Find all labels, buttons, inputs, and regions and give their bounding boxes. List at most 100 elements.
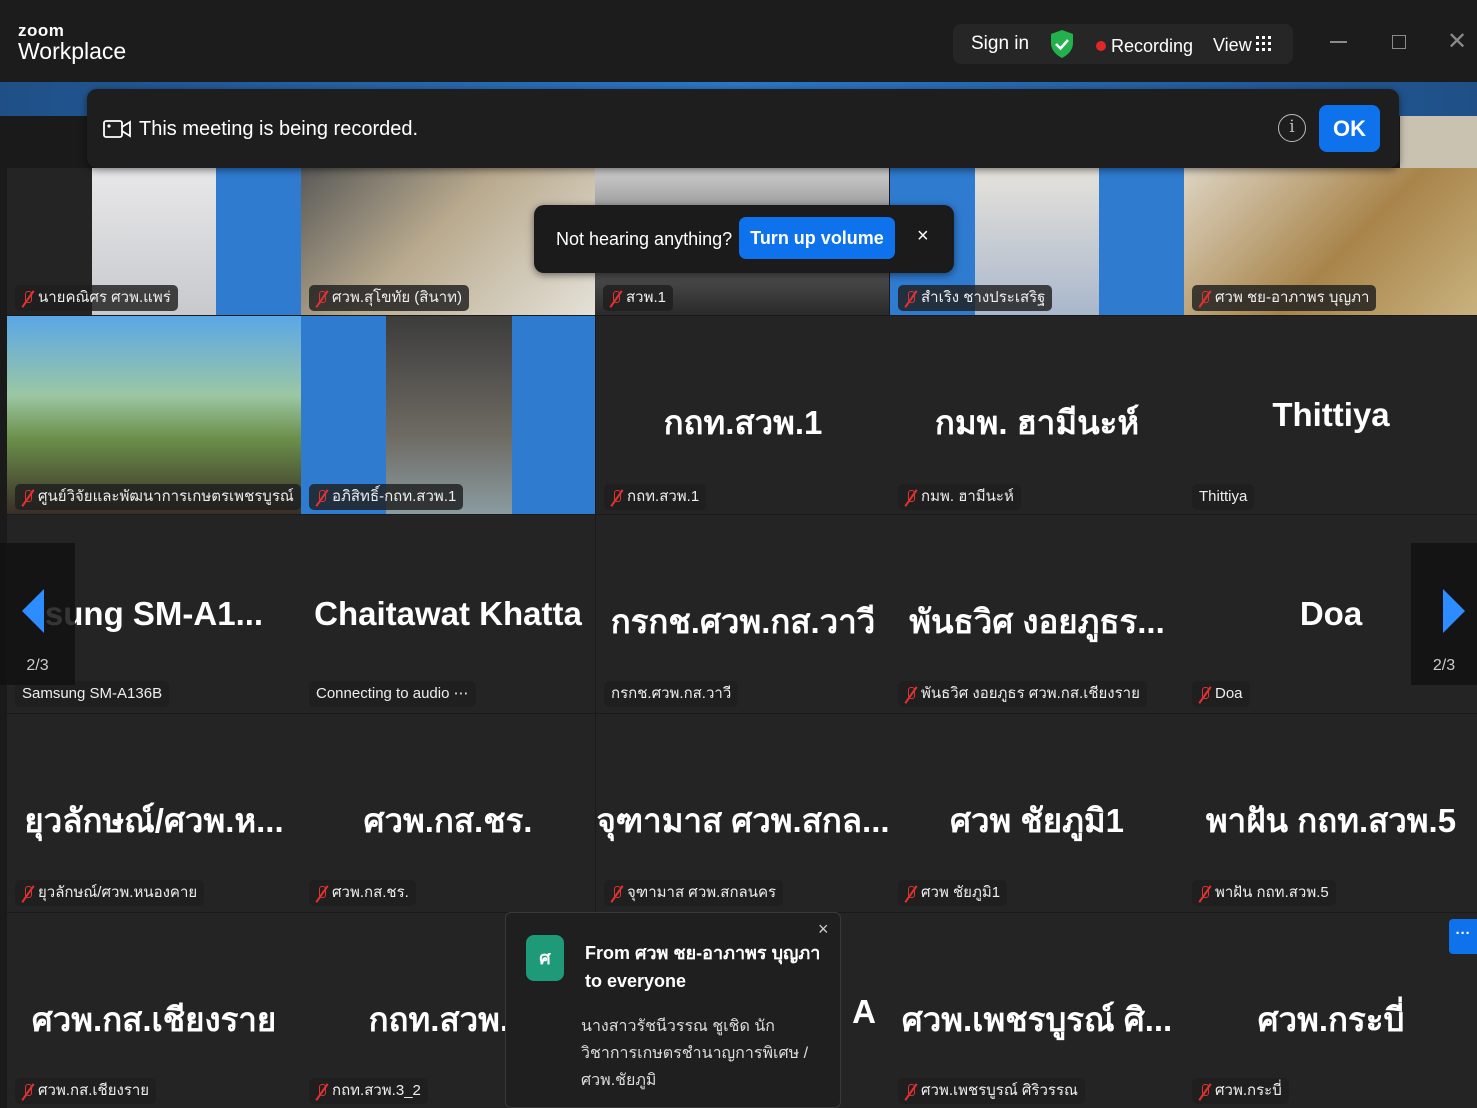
participant-name-tag: กรกช.ศวพ.กส.วาวี bbox=[604, 681, 739, 707]
participant-name-tag: กมพ. ฮามีนะห์ bbox=[898, 484, 1021, 510]
participant-tile[interactable]: ศูนย์วิจัยและพัฒนาการเกษตรเพชรบูรณ์ bbox=[7, 316, 301, 514]
chat-notification[interactable]: ศ × From ศวพ ชย-อาภาพร บุญภา to everyone… bbox=[505, 912, 841, 1108]
recording-dot-icon bbox=[1096, 41, 1106, 51]
participant-display-name: ศวพ.กส.ชร. bbox=[363, 802, 533, 839]
participant-tile[interactable]: ศวพ.เพชรบูรณ์ ศิ... ศวพ.เพชรบูรณ์ ศิริวร… bbox=[890, 913, 1184, 1108]
participant-name-tag: นายคณิศร ศวพ.แพร่ bbox=[15, 285, 178, 311]
muted-mic-icon bbox=[905, 686, 916, 703]
muted-mic-icon bbox=[1199, 290, 1210, 307]
participant-tile[interactable]: กถท.สวพ.1 กถท.สวพ.1 bbox=[596, 316, 890, 514]
participant-tile[interactable]: พาฝัน กถท.สวพ.5 พาฝัน กถท.สวพ.5 bbox=[1184, 714, 1477, 912]
participant-name-tag: ศวพ.กส.เชียงราย bbox=[15, 1078, 157, 1104]
title-bar: zoom Workplace Sign in Recording View ✕ bbox=[0, 0, 1477, 82]
muted-mic-icon bbox=[22, 1083, 33, 1100]
participant-display-name: A bbox=[852, 993, 876, 1030]
minimize-icon[interactable] bbox=[1330, 41, 1347, 43]
participant-name-tag: ศวพ.เพชรบูรณ์ ศิริวรรณ bbox=[898, 1078, 1085, 1104]
muted-mic-icon bbox=[316, 1083, 327, 1100]
participant-name-tag: ยุวลักษณ์/ศวพ.หนองคาย bbox=[15, 880, 205, 906]
more-options-button[interactable]: ··· bbox=[1449, 919, 1477, 954]
video-camera-icon bbox=[103, 120, 131, 138]
maximize-icon[interactable] bbox=[1392, 35, 1406, 49]
muted-mic-icon bbox=[1199, 1083, 1210, 1100]
participant-tile[interactable]: ศวพ.กส.เชียงราย ศวพ.กส.เชียงราย bbox=[7, 913, 301, 1108]
participant-name-tag: อภิสิทธิ์-กถท.สวพ.1 bbox=[309, 484, 464, 510]
close-window-icon[interactable]: ✕ bbox=[1447, 30, 1467, 54]
participant-name-tag: ศวพ.กระบี่ bbox=[1192, 1078, 1289, 1104]
participant-tile[interactable]: อภิสิทธิ์-กถท.สวพ.1 bbox=[301, 316, 595, 514]
chat-message: นางสาวรัชนีวรรณ ชูเชิด นักวิชาการเกษตรชำ… bbox=[581, 1018, 809, 1089]
participant-name-tag: พันธวิศ งอยภูธร ศวพ.กส.เชียงราย bbox=[898, 681, 1147, 707]
participant-display-name: กถท.สวพ.1 bbox=[663, 404, 823, 441]
video-background bbox=[512, 316, 595, 514]
next-page-button[interactable]: 2/3 bbox=[1411, 543, 1477, 685]
audio-prompt-question: Not hearing anything? bbox=[556, 229, 733, 249]
participant-name-tag: ศูนย์วิจัยและพัฒนาการเกษตรเพชรบูรณ์ bbox=[15, 484, 301, 510]
participant-display-name: Chaitawat Khatta bbox=[314, 595, 582, 632]
muted-mic-icon bbox=[905, 290, 916, 307]
participant-tile[interactable]: ยุวลักษณ์/ศวพ.ห... ยุวลักษณ์/ศวพ.หนองคาย bbox=[7, 714, 301, 912]
participant-tile[interactable]: ศวพ ชัยภูมิ1 ศวพ ชัยภูมิ1 bbox=[890, 714, 1184, 912]
participant-name-tag: สวพ.1 bbox=[603, 285, 673, 311]
participant-name-tag: Connecting to audio ⋯ bbox=[309, 681, 476, 707]
ok-button[interactable]: OK bbox=[1319, 105, 1380, 152]
recording-indicator[interactable]: Recording bbox=[1111, 36, 1193, 57]
muted-mic-icon bbox=[22, 290, 33, 307]
participant-tile[interactable]: กมพ. ฮามีนะห์ กมพ. ฮามีนะห์ bbox=[890, 316, 1184, 514]
page-indicator: 2/3 bbox=[1432, 657, 1456, 674]
turn-up-volume-button[interactable]: Turn up volume bbox=[739, 217, 895, 259]
participant-tile[interactable]: พันธวิศ งอยภูธร... พันธวิศ งอยภูธร ศวพ.ก… bbox=[890, 515, 1184, 713]
participant-name-tag: Thittiya bbox=[1192, 484, 1255, 510]
participant-display-name: กมพ. ฮามีนะห์ bbox=[934, 404, 1140, 441]
participant-name-tag: กถท.สวพ.1 bbox=[604, 484, 707, 510]
video-background bbox=[216, 168, 301, 315]
participant-tile[interactable]: ศวพ ชย-อาภาพร บุญภา bbox=[1184, 168, 1477, 315]
chat-avatar: ศ bbox=[526, 935, 564, 981]
muted-mic-icon bbox=[316, 290, 327, 307]
participant-display-name: พันธวิศ งอยภูธร... bbox=[909, 603, 1165, 640]
participant-tile[interactable]: จุฑามาส ศวพ.สกล... จุฑามาส ศวพ.สกลนคร bbox=[596, 714, 890, 912]
participant-tile[interactable]: Chaitawat Khatta Connecting to audio ⋯ bbox=[301, 515, 595, 713]
participant-name-tag: กถท.สวพ.3_2 bbox=[309, 1078, 428, 1104]
previous-page-button[interactable]: 2/3 bbox=[0, 543, 75, 685]
grid-view-icon[interactable] bbox=[1256, 36, 1271, 51]
muted-mic-icon bbox=[905, 489, 916, 506]
recording-banner: This meeting is being recorded. i OK bbox=[87, 89, 1399, 168]
participant-name-tag: สำเริง ชางประเสริฐ bbox=[898, 285, 1053, 311]
audio-prompt: Not hearing anything? Turn up volume × bbox=[534, 205, 954, 273]
close-icon[interactable]: × bbox=[917, 225, 929, 248]
participant-name-tag: ศวพ.สุโขทัย (สินาท) bbox=[309, 285, 470, 311]
participant-tile[interactable]: นายคณิศร ศวพ.แพร่ bbox=[7, 168, 301, 315]
view-button[interactable]: View bbox=[1213, 35, 1252, 56]
participant-tile[interactable]: กรกช.ศวพ.กส.วาวี กรกช.ศวพ.กส.วาวี bbox=[596, 515, 890, 713]
participant-display-name: จุฑามาส ศวพ.สกล... bbox=[596, 802, 890, 839]
muted-mic-icon bbox=[611, 885, 622, 902]
muted-mic-icon bbox=[611, 489, 622, 506]
muted-mic-icon bbox=[610, 290, 621, 307]
info-icon[interactable]: i bbox=[1278, 114, 1306, 142]
muted-mic-icon bbox=[1199, 885, 1210, 902]
arrow-left-icon bbox=[22, 589, 44, 633]
participant-display-name: กรกช.ศวพ.กส.วาวี bbox=[610, 603, 876, 640]
muted-mic-icon bbox=[316, 489, 327, 506]
arrow-right-icon bbox=[1443, 589, 1465, 633]
zoom-logo: zoom Workplace bbox=[18, 21, 127, 64]
shield-check-icon[interactable] bbox=[1049, 29, 1075, 59]
participant-tile[interactable]: Thittiya Thittiya bbox=[1184, 316, 1477, 514]
participant-name-tag: ศวพ ชัยภูมิ1 bbox=[898, 880, 1008, 906]
participant-display-name: ศวพ.กระบี่ bbox=[1257, 1001, 1405, 1038]
sign-in-button[interactable]: Sign in bbox=[971, 33, 1029, 55]
recording-message: This meeting is being recorded. bbox=[139, 118, 419, 140]
participant-display-name: Thittiya bbox=[1272, 396, 1390, 433]
participant-display-name: ยุวลักษณ์/ศวพ.ห... bbox=[24, 802, 284, 839]
muted-mic-icon bbox=[22, 489, 33, 506]
participant-tile[interactable]: ศวพ.กส.ชร. ศวพ.กส.ชร. bbox=[301, 714, 595, 912]
participant-tile[interactable]: ศวพ.กระบี่ ศวพ.กระบี่ bbox=[1184, 913, 1477, 1108]
close-icon[interactable]: × bbox=[818, 919, 829, 940]
partial-video bbox=[1400, 116, 1477, 168]
muted-mic-icon bbox=[316, 885, 327, 902]
participant-name-tag: ศวพ.กส.ชร. bbox=[309, 880, 416, 906]
muted-mic-icon bbox=[905, 1083, 916, 1100]
chat-sender: From ศวพ ชย-อาภาพร บุญภา to everyone bbox=[585, 943, 821, 991]
muted-mic-icon bbox=[22, 885, 33, 902]
